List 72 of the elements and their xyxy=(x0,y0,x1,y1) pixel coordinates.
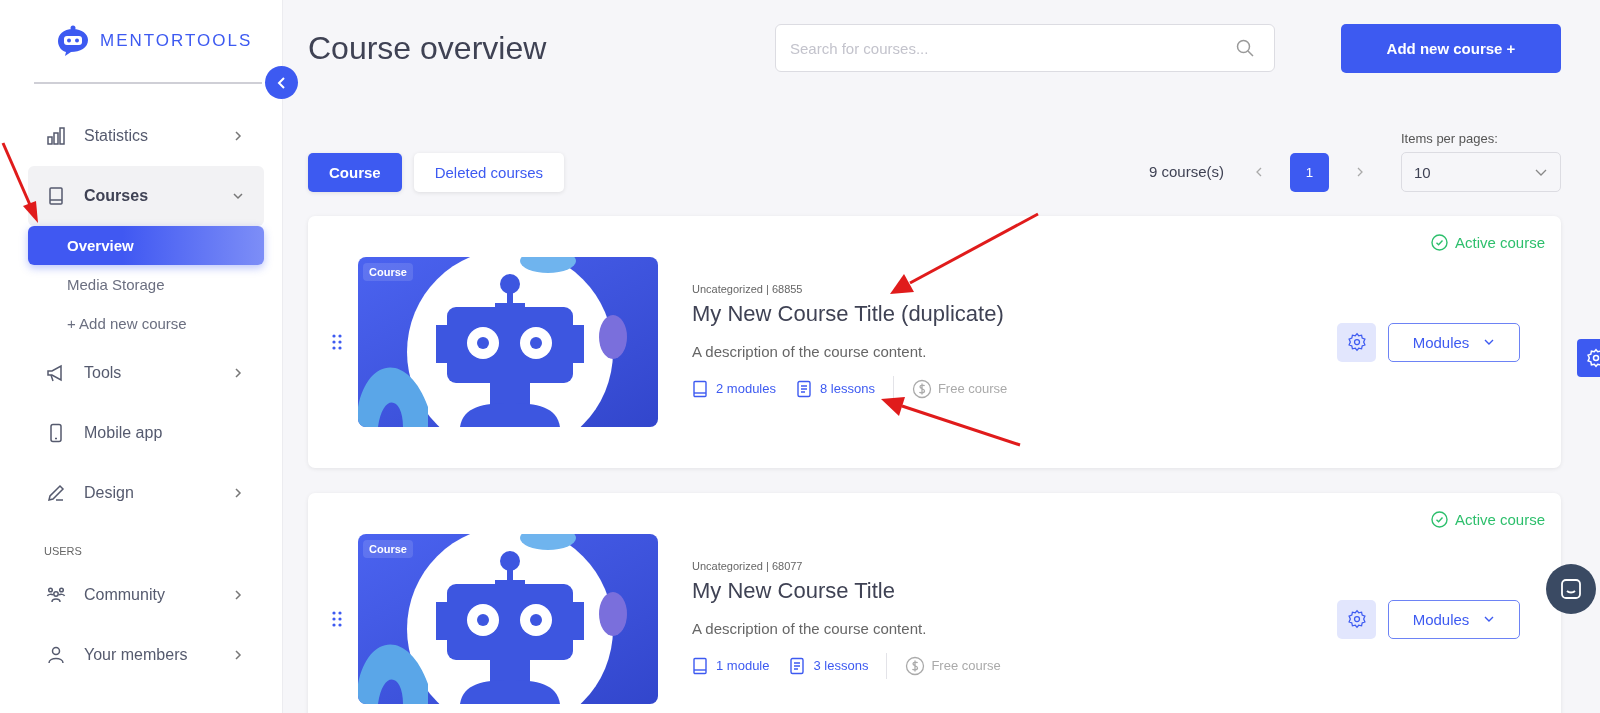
chevron-icon xyxy=(232,487,244,499)
price-label: Free course xyxy=(937,381,1008,396)
submenu-item[interactable]: Overview xyxy=(28,226,264,265)
modules-link[interactable]: 2 modules xyxy=(716,381,776,396)
submenu-item[interactable]: Media Storage xyxy=(28,265,264,304)
caret-icon xyxy=(1534,167,1548,177)
collapse-sidebar-button[interactable] xyxy=(265,66,298,99)
course-title[interactable]: My New Course Title xyxy=(692,577,1001,604)
modules-link[interactable]: 1 module xyxy=(716,658,770,673)
person-icon xyxy=(46,645,66,665)
dollar-coin-icon xyxy=(905,655,926,676)
nav-item[interactable]: Design xyxy=(28,463,264,523)
chevron-icon xyxy=(232,649,244,661)
chat-icon xyxy=(1560,578,1582,600)
course-badge: Course xyxy=(363,540,413,558)
settings-button[interactable] xyxy=(1337,322,1376,362)
chevron-icon xyxy=(232,367,244,379)
nav-item[interactable]: Community xyxy=(28,565,264,625)
modules-dropdown-button[interactable]: Modules xyxy=(1388,322,1520,362)
chevron-icon xyxy=(232,589,244,601)
book-icon xyxy=(46,186,66,206)
course-category: Uncategorized | 68077 xyxy=(692,559,804,572)
course-count: 9 course(s) xyxy=(1148,162,1224,182)
modules-dropdown-button[interactable]: Modules xyxy=(1388,599,1520,639)
nav-item[interactable]: Mobile app xyxy=(28,403,264,463)
pencil-icon xyxy=(46,483,66,503)
lessons-link[interactable]: 8 lessons xyxy=(820,381,875,396)
document-icon xyxy=(789,656,806,675)
section-label: USERS xyxy=(43,544,83,559)
status-label: Active course xyxy=(1454,511,1545,528)
nav-item[interactable]: Statistics xyxy=(28,106,264,166)
caret-icon xyxy=(1483,338,1496,346)
search-field[interactable]: Search for courses... xyxy=(775,24,1275,72)
nav-item[interactable]: Your members xyxy=(28,625,264,685)
add-course-button[interactable]: Add new course + xyxy=(1341,23,1561,73)
chart-icon xyxy=(46,126,66,146)
settings-button[interactable] xyxy=(1337,599,1376,639)
course-description: A description of the course content. xyxy=(692,342,928,360)
nav-item[interactable]: Tools xyxy=(28,343,264,403)
page-title: Course overview xyxy=(308,29,548,67)
status-label: Active course xyxy=(1454,234,1545,251)
book-icon xyxy=(692,656,708,675)
nav-item[interactable]: Courses xyxy=(28,166,264,226)
submenu-item[interactable]: + Add new course xyxy=(28,304,264,343)
document-icon xyxy=(796,379,812,398)
logo-wordmark: MENTORTOOLS xyxy=(100,31,253,51)
dollar-coin-icon xyxy=(911,378,932,399)
course-badge: Course xyxy=(363,263,413,281)
tab[interactable]: Deleted courses xyxy=(413,153,565,192)
chevron-left-icon xyxy=(276,76,287,89)
drag-handle-icon[interactable] xyxy=(332,334,342,350)
items-per-page-label: Items per pages: xyxy=(1401,131,1499,146)
course-description: A description of the course content. xyxy=(692,619,928,637)
caret-icon xyxy=(1483,615,1496,623)
people-icon xyxy=(46,585,66,605)
chevron-icon xyxy=(232,190,244,202)
settings-icon xyxy=(1586,348,1600,368)
settings-icon xyxy=(1346,609,1367,629)
book-icon xyxy=(692,379,708,398)
lessons-link[interactable]: 3 lessons xyxy=(813,658,869,673)
course-category: Uncategorized | 68855 xyxy=(692,282,804,295)
tab[interactable]: Course xyxy=(308,153,402,192)
chevron-icon xyxy=(232,130,244,142)
robot-logo-icon xyxy=(56,25,90,57)
search-icon xyxy=(1235,38,1255,58)
price-label: Free course xyxy=(931,658,1001,673)
page-button[interactable]: 1 xyxy=(1290,153,1329,192)
settings-icon xyxy=(1346,332,1367,352)
course-title[interactable]: My New Course Title (duplicate) xyxy=(692,300,1008,327)
chat-button[interactable] xyxy=(1546,564,1596,614)
items-per-page-select[interactable]: 10 xyxy=(1401,152,1561,192)
drag-handle-icon[interactable] xyxy=(332,611,342,627)
